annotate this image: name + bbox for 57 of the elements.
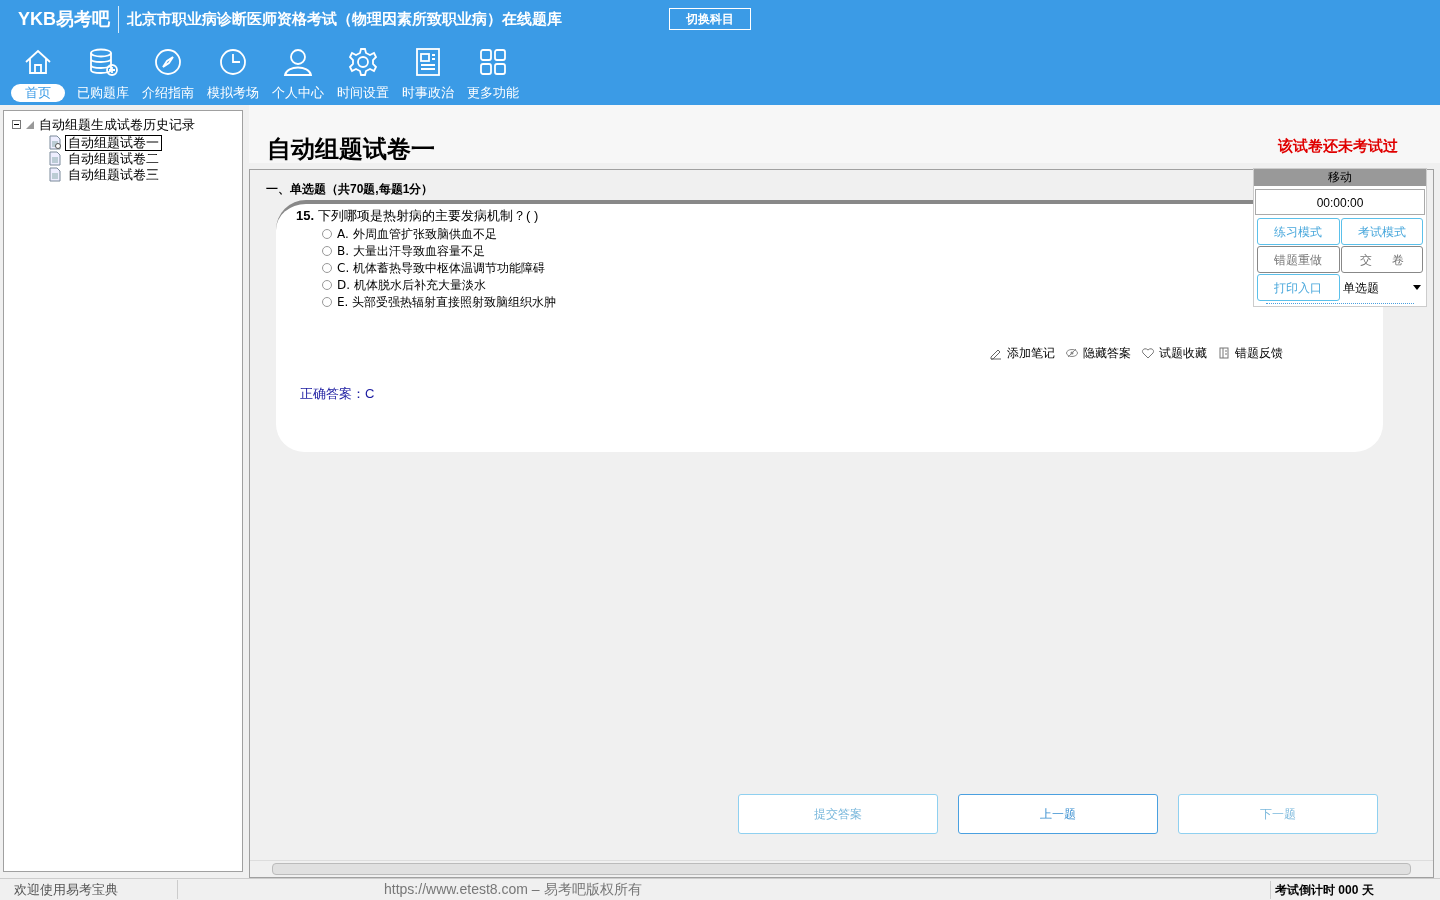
tree-item[interactable]: 自动组题试卷一 [65, 134, 162, 151]
horizontal-scrollbar[interactable] [250, 860, 1433, 876]
paper-title: 自动组题试卷一 [267, 137, 435, 161]
panel-title-bar[interactable]: 移动 [1254, 169, 1426, 186]
nav-item[interactable]: 时事政治 [398, 46, 458, 102]
collapse-toggle[interactable] [12, 120, 21, 130]
database-icon [87, 46, 119, 78]
action-link[interactable]: 隐藏答案 [1065, 344, 1131, 362]
nav-item[interactable]: 已购题库 [73, 46, 133, 102]
nav-item[interactable]: 时间设置 [333, 46, 393, 102]
correct-answer: 正确答案：C [300, 385, 375, 403]
panel-button[interactable]: 练习模式 [1257, 218, 1340, 245]
tree-root-label[interactable]: 自动组题生成试卷历史记录 [39, 115, 195, 135]
nav-item[interactable]: 更多功能 [463, 46, 523, 102]
action-link[interactable]: 试题收藏 [1141, 344, 1207, 362]
copyright-text: https://www.etest8.com – 易考吧版权所有 [384, 880, 643, 899]
nav-button[interactable]: 上一题 [958, 794, 1158, 834]
answer-option[interactable]: C. 机体蓄热导致中枢体温调节功能障碍 [322, 259, 545, 277]
exam-countdown: 考试倒计时 000 天 [1270, 880, 1374, 899]
action-link[interactable]: 添加笔记 [989, 344, 1055, 362]
heart-icon [1141, 346, 1155, 360]
answer-option[interactable]: A. 外周血管扩张致脑供血不足 [322, 225, 497, 243]
panel-button[interactable]: 错题重做 [1257, 246, 1340, 273]
answer-option[interactable]: B. 大量出汗导致血容量不足 [322, 242, 485, 260]
tree-item[interactable]: 自动组题试卷三 [65, 167, 162, 182]
answer-option[interactable]: D. 机体脱水后补充大量淡水 [322, 276, 486, 294]
nav-item[interactable]: 介绍指南 [138, 46, 198, 102]
grid-icon [477, 46, 509, 78]
eye-icon [1065, 346, 1079, 360]
answer-option[interactable]: E. 头部受强热辐射直接照射致脑组织水肿 [322, 293, 557, 311]
book-icon [1217, 346, 1231, 360]
document-icon [48, 167, 62, 182]
panel-button[interactable]: 打印入口 [1257, 274, 1340, 301]
panel-button[interactable]: 考试模式 [1340, 218, 1423, 245]
app-logo: YKB易考吧 [18, 5, 119, 33]
settings-icon [347, 46, 379, 78]
nav-item[interactable]: 模拟考场 [203, 46, 263, 102]
nav-item[interactable]: 首页 [8, 46, 68, 102]
timer-display: 00:00:00 [1255, 189, 1425, 215]
nav-item[interactable]: 个人中心 [268, 46, 328, 102]
clock-icon [217, 46, 249, 78]
question-number: 15. [296, 207, 315, 225]
compass-icon [152, 46, 184, 78]
tree-item[interactable]: 自动组题试卷二 [65, 151, 162, 166]
switch-subject-button[interactable]: 切换科目 [669, 8, 751, 30]
document-icon [48, 151, 62, 166]
user-icon [282, 46, 314, 78]
document-pin-icon [48, 135, 62, 150]
action-link[interactable]: 错题反馈 [1217, 344, 1283, 362]
dropdown-caret-icon [1413, 285, 1421, 290]
section-heading: 一、单选题（共70题,每题1分） [266, 182, 434, 196]
window-title: 北京市职业病诊断医师资格考试（物理因素所致职业病）在线题库 [126, 8, 563, 29]
question-text: 下列哪项是热射病的主要发病机制？( ) [318, 207, 539, 225]
paper-status: 该试卷还未考试过 [1278, 135, 1398, 156]
panel-button[interactable]: 交 卷 [1340, 246, 1423, 273]
status-welcome: 欢迎使用易考宝典 [0, 879, 178, 900]
question-type-dropdown[interactable]: 单选题 [1340, 274, 1423, 301]
